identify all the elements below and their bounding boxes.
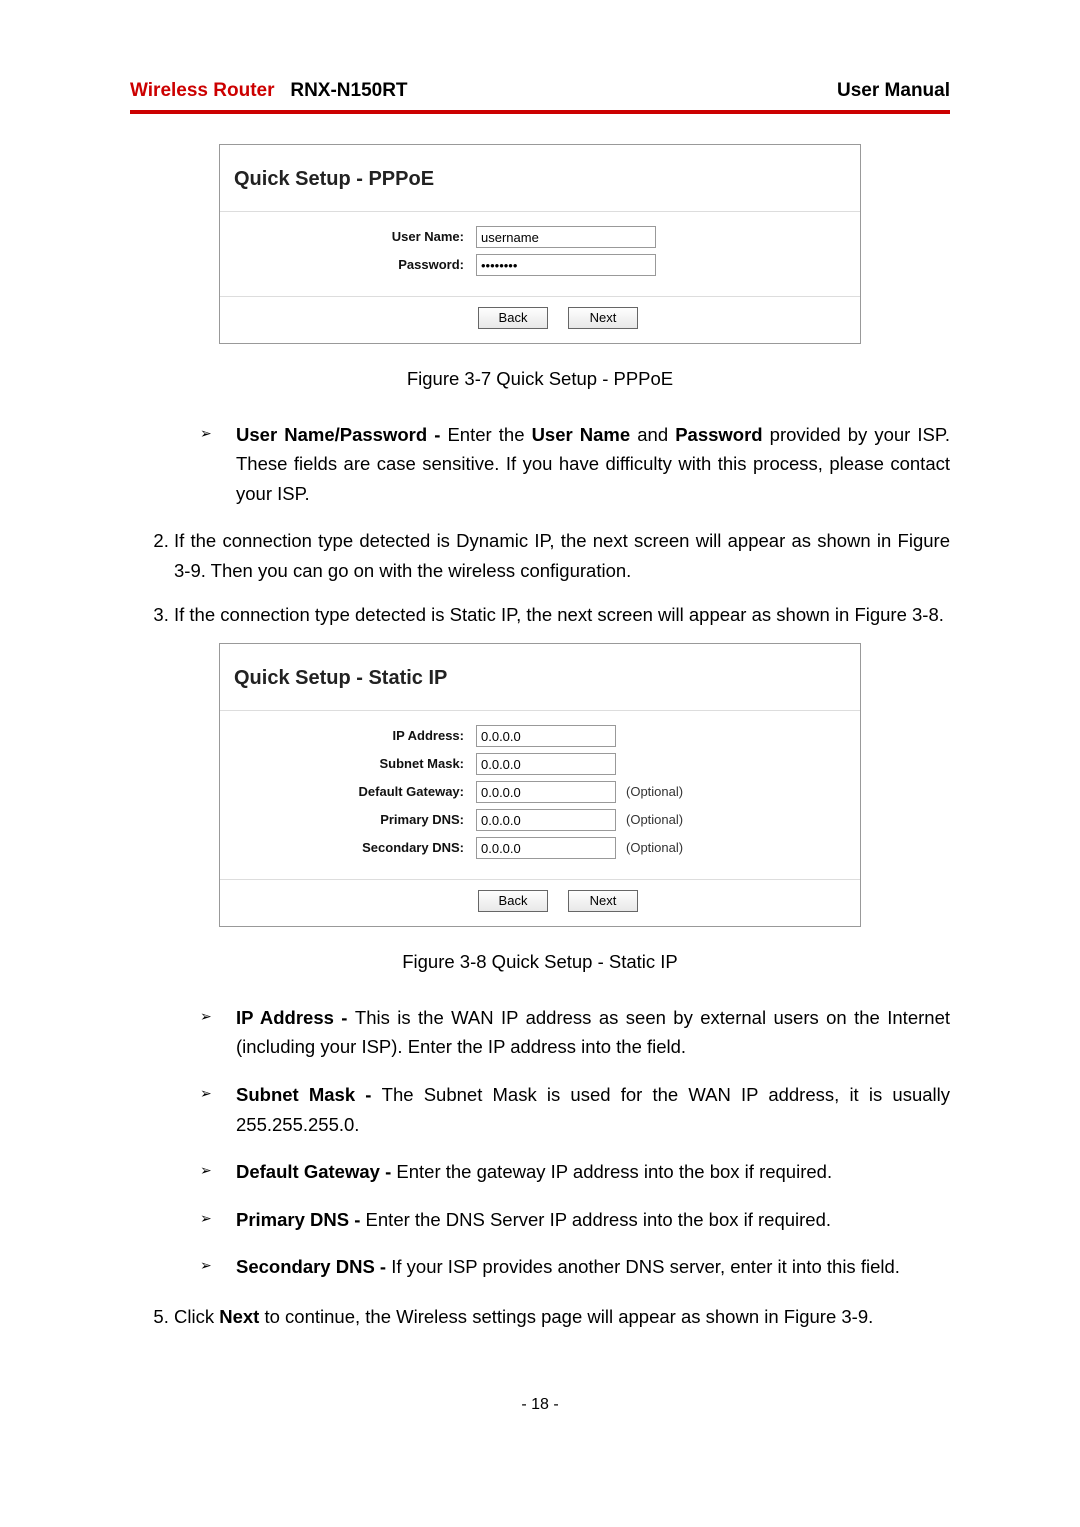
static-input[interactable] <box>476 753 616 775</box>
static-input[interactable] <box>476 809 616 831</box>
static-caption: Figure 3-8 Quick Setup - Static IP <box>130 947 950 977</box>
pppoe-caption: Figure 3-7 Quick Setup - PPPoE <box>130 364 950 394</box>
bullet-text: Enter the DNS Server IP address into the… <box>366 1209 831 1230</box>
manual-label: User Manual <box>837 80 950 102</box>
bullet-text: Enter the gateway IP address into the bo… <box>396 1161 832 1182</box>
bullet-term: Subnet Mask - <box>236 1084 382 1105</box>
bullet-item: Primary DNS - Enter the DNS Server IP ad… <box>196 1205 950 1235</box>
model-name: RNX-N150RT <box>290 80 407 101</box>
page-header: Wireless Router RNX-N150RT User Manual <box>130 80 950 102</box>
pppoe-back-button[interactable]: Back <box>478 307 548 329</box>
page-number: - 18 - <box>130 1392 950 1418</box>
static-row: Default Gateway: (Optional) <box>234 781 846 803</box>
step-3: If the connection type detected is Stati… <box>174 600 950 630</box>
optional-label: (Optional) <box>626 810 683 831</box>
row-username: User Name: <box>234 226 846 248</box>
bullet-text: If your ISP provides another DNS server,… <box>391 1256 900 1277</box>
static-label: Subnet Mask: <box>234 754 476 775</box>
password-label: Password: <box>234 255 476 276</box>
step-2: If the connection type detected is Dynam… <box>174 526 950 585</box>
bullet-item: Default Gateway - Enter the gateway IP a… <box>196 1157 950 1187</box>
pppoe-panel: Quick Setup - PPPoE User Name: Password:… <box>219 144 861 344</box>
bullet-term: IP Address - <box>236 1007 355 1028</box>
term: User Name/Password - <box>236 424 447 445</box>
username-label: User Name: <box>234 227 476 248</box>
bullet-item: IP Address - This is the WAN IP address … <box>196 1003 950 1062</box>
pppoe-next-button[interactable]: Next <box>568 307 638 329</box>
header-left: Wireless Router RNX-N150RT <box>130 80 408 102</box>
static-label: IP Address: <box>234 726 476 747</box>
static-input[interactable] <box>476 781 616 803</box>
static-ip-panel: Quick Setup - Static IP IP Address: Subne… <box>219 643 861 927</box>
password-input[interactable] <box>476 254 656 276</box>
bullet-user-password: User Name/Password - Enter the User Name… <box>196 420 950 509</box>
bullet-item: Subnet Mask - The Subnet Mask is used fo… <box>196 1080 950 1139</box>
static-input[interactable] <box>476 725 616 747</box>
static-next-button[interactable]: Next <box>568 890 638 912</box>
static-label: Default Gateway: <box>234 782 476 803</box>
row-password: Password: <box>234 254 846 276</box>
bullet-term: Primary DNS - <box>236 1209 366 1230</box>
username-input[interactable] <box>476 226 656 248</box>
static-label: Secondary DNS: <box>234 838 476 859</box>
brand-name: Wireless Router <box>130 80 275 101</box>
step-5: Click Next to continue, the Wireless set… <box>174 1302 950 1332</box>
static-row: Primary DNS: (Optional) <box>234 809 846 831</box>
static-row: IP Address: <box>234 725 846 747</box>
bullet-term: Default Gateway - <box>236 1161 396 1182</box>
pppoe-title: Quick Setup - PPPoE <box>220 145 860 212</box>
bullet-term: Secondary DNS - <box>236 1256 391 1277</box>
static-input[interactable] <box>476 837 616 859</box>
static-row: Subnet Mask: <box>234 753 846 775</box>
optional-label: (Optional) <box>626 838 683 859</box>
static-back-button[interactable]: Back <box>478 890 548 912</box>
optional-label: (Optional) <box>626 782 683 803</box>
bullet-item: Secondary DNS - If your ISP provides ano… <box>196 1252 950 1282</box>
static-row: Secondary DNS: (Optional) <box>234 837 846 859</box>
static-label: Primary DNS: <box>234 810 476 831</box>
static-title: Quick Setup - Static IP <box>220 644 860 711</box>
